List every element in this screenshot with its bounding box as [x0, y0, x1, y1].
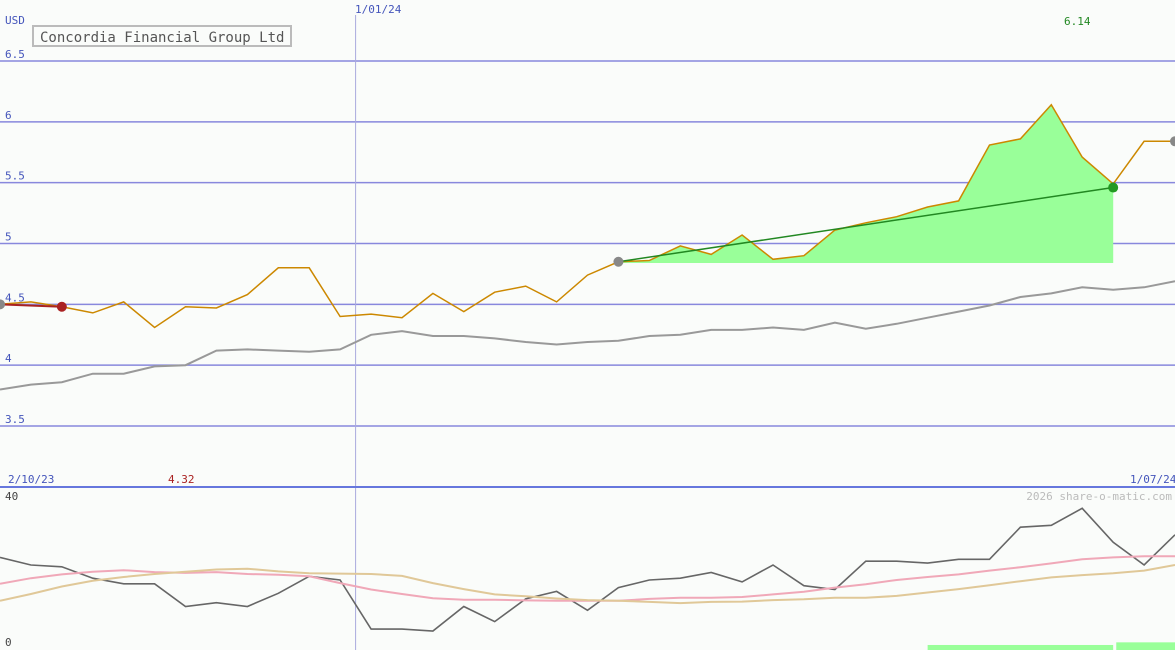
- x-marker-label: 1/01/24: [355, 3, 402, 16]
- y-tick-label: 5.5: [5, 170, 25, 183]
- osc-bottom-label: 0: [5, 636, 12, 649]
- y-tick-label: 6: [5, 109, 12, 122]
- y-tick-label: 3.5: [5, 413, 25, 426]
- volume-bar: [1116, 642, 1175, 650]
- price-point: [56, 301, 67, 312]
- watermark: 2026 share-o-matic.com: [1026, 490, 1172, 503]
- currency-label: USD: [5, 14, 25, 27]
- chart-canvas: USD 3.5 4 4.5 5 5.5 6 6.5 1/01/24 2/10/23 1/07…: [0, 0, 1175, 650]
- x-end-label: 1/07/24: [1130, 473, 1175, 486]
- y-tick-label: 4.5: [5, 291, 25, 304]
- low-value-label: 4.32: [168, 473, 195, 486]
- peak-value-label: 6.14: [1064, 15, 1091, 28]
- y-tick-label: 5: [5, 231, 12, 244]
- osc-top-label: 40: [5, 490, 18, 503]
- chart-background: [0, 0, 1175, 650]
- y-tick-label: 4: [5, 352, 12, 365]
- volume-bar: [927, 644, 1114, 650]
- y-tick-label: 6.5: [5, 48, 25, 61]
- chart-title: Concordia Financial Group Ltd: [32, 25, 293, 47]
- price-point: [613, 256, 624, 267]
- x-start-label: 2/10/23: [8, 473, 54, 486]
- price-point: [1108, 182, 1119, 193]
